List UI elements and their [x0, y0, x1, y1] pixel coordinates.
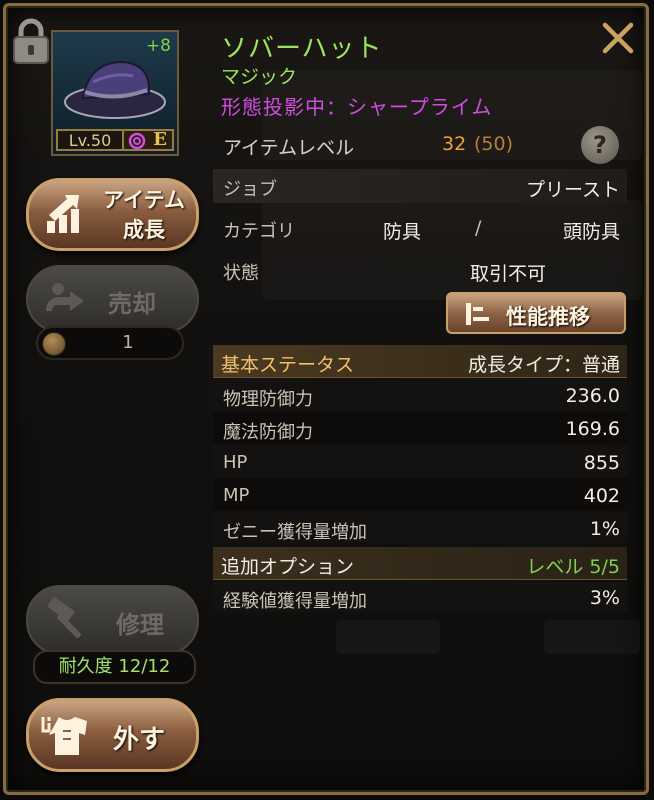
spiral-icon — [128, 132, 146, 150]
background-ghost-panel — [336, 620, 440, 654]
unequip-label: 外す — [113, 725, 166, 755]
bar-chart-icon — [466, 303, 489, 325]
item-icon-slot[interactable]: +8 Lv.50 E — [51, 30, 179, 156]
growth-arrow-icon — [47, 195, 79, 233]
sell-icon — [46, 283, 84, 311]
stat-label: 物理防御力 — [223, 389, 313, 410]
level-badge: Lv.50 — [56, 129, 124, 151]
sell-quantity[interactable]: 1 — [36, 326, 184, 360]
state-label: 状態 — [223, 263, 259, 284]
hammer-icon — [47, 597, 81, 638]
stat-value: 169.6 — [565, 418, 620, 440]
durability-indicator: 耐久度 12/12 — [33, 650, 196, 684]
background-ghost-panel — [262, 200, 642, 300]
category-sub: 頭防具 — [562, 221, 620, 243]
repair-button[interactable]: 修理 — [26, 585, 199, 655]
stat-value: 855 — [583, 452, 620, 474]
growth-type: 成長タイプ：普通 — [467, 354, 620, 376]
grow-label-line1: アイテム — [103, 188, 185, 212]
grade-letter: E — [153, 129, 167, 150]
sell-quantity-value: 1 — [122, 332, 134, 353]
grow-label-line2: 成長 — [123, 218, 165, 242]
item-level-max: (50) — [474, 133, 514, 155]
option-label: 経験値獲得量増加 — [223, 591, 367, 612]
item-level-label: アイテムレベル — [223, 137, 355, 159]
stat-value: 236.0 — [565, 385, 620, 407]
background-ghost-panel — [544, 620, 640, 654]
stat-label: ゼニー獲得量増加 — [223, 522, 367, 543]
table-row — [213, 446, 627, 477]
category-main: 防具 — [383, 221, 422, 243]
option-level: レベル 5/5 — [526, 556, 620, 578]
stat-value: 1% — [589, 518, 620, 540]
category-label: カテゴリ — [223, 221, 295, 242]
state-value: 取引不可 — [470, 263, 547, 285]
stat-label: 魔法防御力 — [223, 422, 313, 443]
sell-label: 売却 — [108, 290, 156, 318]
help-button[interactable]: ? — [581, 126, 619, 164]
unequip-button[interactable]: 外す — [26, 698, 199, 772]
item-name: ソバーハット — [221, 34, 383, 64]
close-icon[interactable] — [598, 18, 638, 58]
stat-label: HP — [223, 452, 248, 473]
job-label: ジョブ — [223, 179, 277, 200]
item-rarity: マジック — [221, 66, 298, 88]
grade-badge: E — [122, 129, 174, 151]
armor-icon — [41, 717, 87, 755]
category-separator: / — [475, 217, 482, 239]
performance-label: 性能推移 — [506, 305, 590, 329]
base-status-title: 基本ステータス — [221, 354, 355, 376]
projection-status: 形態投影中：シャープライム — [221, 95, 493, 119]
sell-button[interactable]: 売却 — [26, 265, 199, 333]
lock-icon[interactable] — [12, 18, 50, 64]
stat-label: MP — [223, 485, 250, 506]
additional-options-title: 追加オプション — [221, 556, 355, 578]
item-level-value: 32 — [442, 133, 467, 155]
stat-value: 402 — [583, 485, 620, 507]
performance-button[interactable]: 性能推移 — [446, 292, 626, 334]
repair-label: 修理 — [116, 611, 164, 639]
option-value: 3% — [589, 587, 620, 609]
enhance-level: +8 — [145, 36, 171, 56]
table-row — [213, 479, 627, 510]
item-grow-button[interactable]: アイテム 成長 — [26, 178, 199, 251]
job-value: プリースト — [525, 179, 620, 201]
